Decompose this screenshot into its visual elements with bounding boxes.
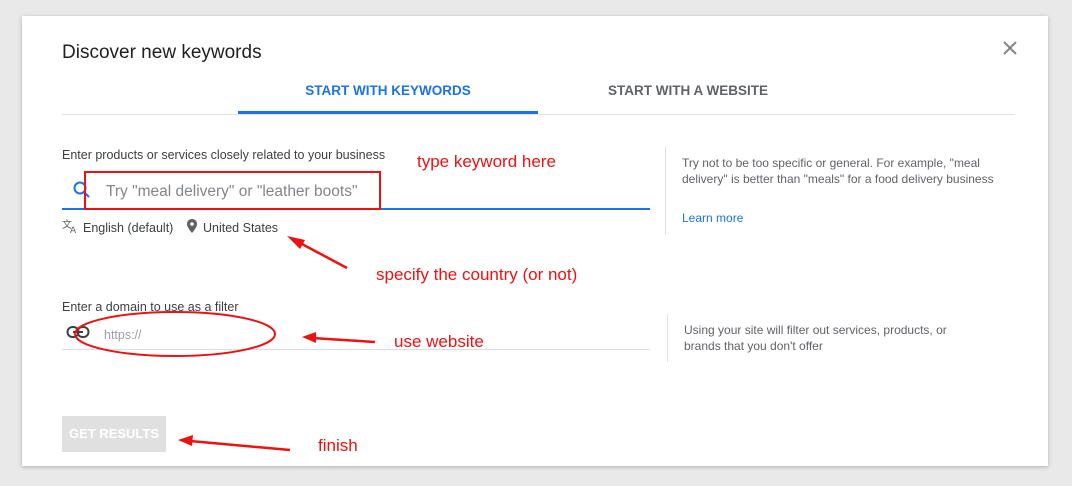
domain-row (62, 316, 650, 350)
keywords-label: Enter products or services closely relat… (62, 148, 386, 162)
language-selector[interactable]: 文 A English (default) (62, 218, 173, 237)
domain-label: Enter a domain to use as a filter (62, 300, 239, 314)
tab-start-with-keywords[interactable]: START WITH KEYWORDS (238, 76, 538, 114)
dialog-title: Discover new keywords (62, 42, 262, 63)
keyword-search-row (62, 173, 650, 210)
divider (665, 147, 666, 235)
tab-bar: START WITH KEYWORDS START WITH A WEBSITE (62, 76, 1015, 115)
divider (667, 314, 668, 362)
location-pin-icon (186, 218, 198, 237)
location-selector[interactable]: United States (186, 218, 278, 237)
svg-text:A: A (70, 226, 77, 234)
annotation-type-keyword: type keyword here (417, 152, 556, 171)
annotation-finish: finish (318, 436, 358, 455)
location-label: United States (203, 220, 279, 235)
get-results-button[interactable]: GET RESULTS (62, 416, 166, 452)
language-label: English (default) (83, 220, 174, 235)
tab-start-with-website[interactable]: START WITH A WEBSITE (538, 76, 838, 114)
search-icon (72, 180, 92, 205)
domain-help-text: Using your site will filter out services… (684, 323, 947, 353)
link-icon (66, 325, 90, 344)
keyword-search-input[interactable] (104, 179, 638, 205)
annotation-specify-country: specify the country (or not) (376, 265, 578, 284)
translate-icon: 文 A (62, 218, 78, 237)
keywords-help-text: Try not to be too specific or general. F… (682, 156, 994, 186)
discover-keywords-dialog: Discover new keywords START WITH KEYWORD… (22, 16, 1048, 466)
domain-input[interactable] (102, 324, 606, 346)
annotation-use-website: use website (394, 332, 484, 351)
close-icon[interactable] (998, 36, 1022, 60)
learn-more-link[interactable]: Learn more (682, 210, 743, 226)
